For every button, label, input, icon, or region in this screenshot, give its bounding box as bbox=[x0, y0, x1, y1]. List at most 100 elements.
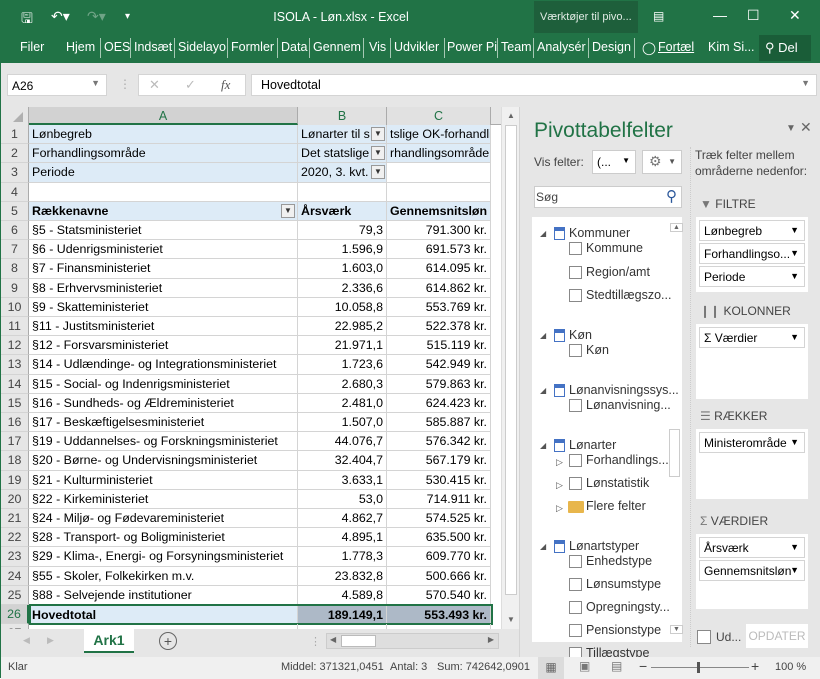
aarsvaerk-cell[interactable]: 1.596,9 bbox=[298, 240, 387, 260]
ministry-name-cell[interactable]: §11 - Justitsministeriet bbox=[29, 317, 298, 337]
gennemsnitsloen-cell[interactable]: 791.300 kr. bbox=[387, 221, 491, 241]
search-icon[interactable]: ⚲ bbox=[666, 187, 677, 205]
chevron-down-icon[interactable]: ▼ bbox=[91, 78, 100, 88]
gennemsnitsloen-cell[interactable]: 624.423 kr. bbox=[387, 393, 491, 413]
row-filter-icon[interactable]: ▼ bbox=[281, 203, 295, 218]
gennemsnitsloen-cell[interactable]: 574.525 kr. bbox=[387, 509, 491, 529]
grand-total-label[interactable]: Hovedtotal bbox=[29, 605, 298, 625]
field-checkbox[interactable] bbox=[569, 454, 582, 467]
gennemsnitsloen-cell[interactable]: 570.540 kr. bbox=[387, 585, 491, 605]
zoom-out-icon[interactable]: − bbox=[639, 658, 647, 674]
row-header[interactable]: 26 bbox=[1, 605, 29, 625]
maximize-icon[interactable]: ☐ bbox=[747, 7, 760, 24]
gennemsnitsloen-cell[interactable]: 714.911 kr. bbox=[387, 489, 491, 509]
field-checkbox[interactable] bbox=[569, 555, 582, 568]
filter-value-overflow-cell[interactable] bbox=[387, 163, 491, 183]
row-header[interactable]: 24 bbox=[1, 566, 29, 586]
aarsvaerk-cell[interactable]: 23.832,8 bbox=[298, 566, 387, 586]
row-header[interactable]: 7 bbox=[1, 240, 29, 260]
filter-label-cell[interactable]: Periode bbox=[29, 163, 298, 183]
field-checkbox[interactable] bbox=[569, 266, 582, 279]
row-header[interactable]: 2 bbox=[1, 144, 29, 164]
gennemsnitsloen-cell[interactable]: 635.500 kr. bbox=[387, 528, 491, 548]
aarsvaerk-cell[interactable]: 2.336,6 bbox=[298, 278, 387, 298]
gennemsnitsloen-cell[interactable]: 576.342 kr. bbox=[387, 432, 491, 452]
next-sheet-icon[interactable]: ▶ bbox=[47, 635, 54, 646]
expand-formula-icon[interactable]: ▼ bbox=[801, 78, 810, 88]
sheet-tab-ark1[interactable]: Ark1 bbox=[84, 629, 134, 653]
row-header[interactable]: 4 bbox=[1, 182, 29, 202]
settings-button[interactable]: ⚙ ▼ bbox=[642, 150, 682, 174]
tab-split-handle[interactable]: ⋮ bbox=[310, 635, 321, 648]
gennemsnitsloen-cell[interactable]: 500.666 kr. bbox=[387, 566, 491, 586]
page-break-icon[interactable]: ▤ bbox=[611, 659, 622, 673]
scroll-up-icon[interactable]: ▲ bbox=[670, 223, 683, 232]
gennemsnitsloen-cell[interactable]: 614.095 kr. bbox=[387, 259, 491, 279]
gennemsnitsloen-cell[interactable]: 691.573 kr. bbox=[387, 240, 491, 260]
row-header[interactable]: 16 bbox=[1, 413, 29, 433]
aarsvaerk-cell[interactable]: 10.058,8 bbox=[298, 297, 387, 317]
column-header-b[interactable]: B bbox=[298, 107, 387, 125]
pane-options-icon[interactable]: ▼ bbox=[786, 123, 796, 134]
row-header[interactable]: 18 bbox=[1, 451, 29, 471]
filter-value-overflow-cell[interactable]: tslige OK-forhandlin bbox=[387, 125, 491, 145]
user-account[interactable]: Kim Si... bbox=[708, 40, 755, 54]
row-labels-header[interactable]: Rækkenavne bbox=[29, 201, 298, 221]
field-name[interactable]: Stedtillægszo... bbox=[586, 288, 671, 302]
collapse-icon[interactable]: ◢ bbox=[540, 386, 546, 395]
row-header[interactable]: 10 bbox=[1, 297, 29, 317]
values-area[interactable]: Årsværk ▼ Gennemsnitsløn ▼ bbox=[696, 534, 808, 609]
aarsvaerk-cell[interactable]: 1.603,0 bbox=[298, 259, 387, 279]
tab-formler[interactable]: Formler bbox=[231, 40, 274, 54]
value-field-gennemsnitsloen[interactable]: Gennemsnitsløn ▼ bbox=[699, 560, 805, 581]
select-all-button[interactable] bbox=[1, 107, 29, 125]
zoom-slider-thumb[interactable] bbox=[697, 662, 700, 673]
field-list-thumb[interactable] bbox=[669, 429, 680, 477]
field-name[interactable]: Lønstatistik bbox=[586, 476, 649, 490]
defer-update-checkbox[interactable] bbox=[697, 630, 711, 644]
horizontal-scrollbar[interactable]: ◀ ▶ bbox=[326, 633, 499, 649]
scroll-up-icon[interactable]: ▲ bbox=[507, 111, 515, 120]
zoom-level[interactable]: 100 % bbox=[775, 661, 806, 673]
filter-label-cell[interactable]: Lønbegreb bbox=[29, 125, 298, 145]
ministry-name-cell[interactable]: §8 - Erhvervsministeriet bbox=[29, 278, 298, 298]
field-name[interactable]: Region/amt bbox=[586, 265, 650, 279]
tab-gennemse[interactable]: Gennem bbox=[313, 40, 361, 54]
tab-design[interactable]: Design bbox=[592, 40, 631, 54]
ministry-name-cell[interactable]: §21 - Kulturministeriet bbox=[29, 470, 298, 490]
scrollbar-thumb[interactable] bbox=[505, 125, 517, 595]
row-header[interactable]: 14 bbox=[1, 374, 29, 394]
collapse-icon[interactable]: ◢ bbox=[540, 229, 546, 238]
tab-indsaet[interactable]: Indsæt bbox=[134, 40, 172, 54]
ministry-name-cell[interactable]: §24 - Miljø- og Fødevareministeriet bbox=[29, 509, 298, 529]
field-name[interactable]: Flere felter bbox=[586, 499, 646, 513]
add-sheet-button[interactable]: + bbox=[159, 632, 177, 650]
cancel-icon[interactable]: ✕ bbox=[149, 77, 160, 93]
show-fields-dropdown[interactable]: (... ▼ bbox=[592, 150, 636, 174]
field-name[interactable]: Pensionstype bbox=[586, 623, 661, 637]
row-header[interactable]: 17 bbox=[1, 432, 29, 452]
row-header[interactable]: 22 bbox=[1, 528, 29, 548]
field-checkbox[interactable] bbox=[569, 578, 582, 591]
aarsvaerk-cell[interactable]: 32.404,7 bbox=[298, 451, 387, 471]
ministry-name-cell[interactable]: §17 - Beskæftigelsesministeriet bbox=[29, 413, 298, 433]
ministry-name-cell[interactable]: §88 - Selvejende institutioner bbox=[29, 585, 298, 605]
row-header[interactable]: 21 bbox=[1, 509, 29, 529]
row-header[interactable]: 20 bbox=[1, 489, 29, 509]
tab-data[interactable]: Data bbox=[281, 40, 307, 54]
filters-area[interactable]: Lønbegreb ▼ Forhandlingso... ▼ Periode ▼ bbox=[696, 217, 808, 292]
aarsvaerk-cell[interactable]: 4.862,7 bbox=[298, 509, 387, 529]
cell[interactable] bbox=[298, 182, 387, 202]
filter-label-cell[interactable]: Forhandlingsområde bbox=[29, 144, 298, 164]
field-name[interactable]: Enhedstype bbox=[586, 554, 652, 568]
zoom-slider[interactable] bbox=[651, 667, 749, 668]
ministry-name-cell[interactable]: §29 - Klima-, Energi- og Forsyningsminis… bbox=[29, 547, 298, 567]
close-icon[interactable]: ✕ bbox=[789, 7, 801, 24]
ministry-name-cell[interactable]: §12 - Forsvarsministeriet bbox=[29, 336, 298, 356]
ministry-name-cell[interactable]: §20 - Børne- og Undervisningsministeriet bbox=[29, 451, 298, 471]
aarsvaerk-cell[interactable]: 3.633,1 bbox=[298, 470, 387, 490]
ministry-name-cell[interactable]: §7 - Finansministeriet bbox=[29, 259, 298, 279]
aarsvaerk-cell[interactable]: 2.680,3 bbox=[298, 374, 387, 394]
row-header[interactable]: 19 bbox=[1, 470, 29, 490]
grand-total-aarsvaerk[interactable]: 189.149,1 bbox=[298, 605, 387, 625]
